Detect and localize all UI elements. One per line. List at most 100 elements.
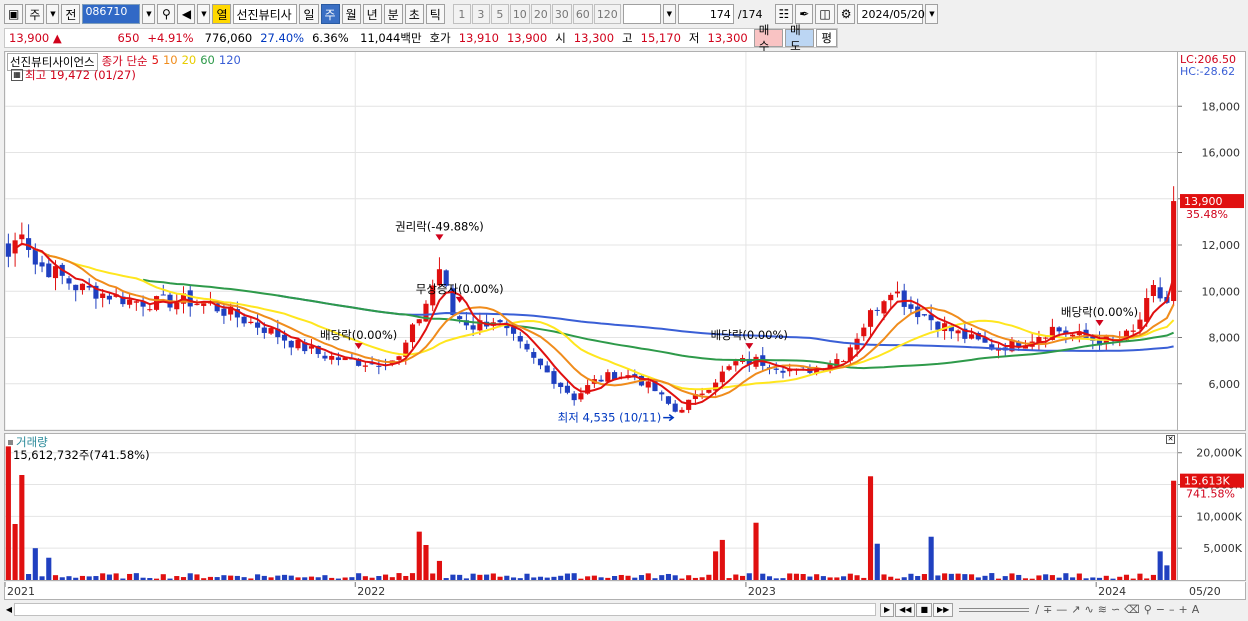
chart-settings-icon[interactable]: ☷ [774, 4, 794, 24]
volume-bar [113, 573, 119, 580]
trend-line-icon[interactable]: ∕ [1035, 603, 1039, 616]
volume-bar [376, 576, 382, 580]
interval-tab-1[interactable]: 3 [471, 4, 490, 24]
fast-forward-icon[interactable]: ▶▶ [933, 602, 954, 617]
data-count-input[interactable]: 174 [677, 4, 734, 24]
rights-annotation-arrow [435, 234, 444, 241]
period-select[interactable]: 주 [25, 4, 45, 24]
zoom-out-icon[interactable]: − [1156, 603, 1165, 616]
dividend-annotation-2-arrow [745, 343, 754, 350]
volume-bar [255, 574, 261, 580]
link-button[interactable]: 열 [212, 4, 232, 24]
interval-tab-3[interactable]: 10 [509, 4, 530, 24]
volume-bar [686, 575, 692, 580]
period-tab-4[interactable]: 분 [383, 4, 403, 24]
sell-button[interactable]: 매도 [785, 23, 815, 53]
volume-bar [275, 575, 281, 580]
volume-bar [551, 576, 557, 580]
zoom-slider[interactable] [959, 607, 1030, 612]
interval-tab-0[interactable]: 1 [452, 4, 471, 24]
zoom-in-icon[interactable]: + [1179, 603, 1188, 616]
pattern-icon[interactable]: ∽ [1111, 603, 1120, 616]
average-button[interactable]: 평 [816, 29, 838, 47]
candle-body [5, 243, 11, 257]
candle-body [571, 393, 577, 401]
volume-bar [416, 531, 422, 580]
data-count-total: /174 [737, 7, 763, 21]
year-label-1: 2022 [357, 585, 385, 598]
stop-icon[interactable]: ■ [916, 602, 933, 617]
stock-name-field[interactable]: 선진뷰티사 [233, 4, 298, 24]
draw-tool-icon[interactable]: ✒ [795, 4, 814, 24]
volume-bar [450, 574, 456, 580]
chevron-down-icon[interactable]: ▼ [197, 4, 211, 24]
volume-bar [962, 574, 968, 580]
volume-bar [1002, 576, 1008, 580]
volume-bar [942, 573, 948, 580]
speaker-icon[interactable]: ◀ [177, 4, 196, 24]
volume-bar [1137, 573, 1143, 580]
volume-bar [908, 573, 914, 580]
chevron-down-icon[interactable]: ▼ [662, 4, 676, 24]
volume-chart[interactable]: 거래량 15,612,732주(741.58%) ✕ [4, 433, 1178, 581]
candle-body [241, 316, 247, 324]
prev-button[interactable]: 전 [61, 4, 81, 24]
year-label-3: 2024 [1098, 585, 1126, 598]
play-icon[interactable]: ▶ [880, 602, 895, 617]
chevron-down-icon[interactable]: ▼ [46, 4, 60, 24]
current-volume-percent: 741.58% [1186, 488, 1235, 501]
volume-axis: 5,000K10,000K15,000K20,000K15.613K741.58… [1178, 433, 1246, 581]
interval-tab-7[interactable]: 120 [593, 4, 621, 24]
date-input[interactable]: 2024/05/20 [857, 4, 925, 24]
scroll-left-icon[interactable]: ◀ [4, 605, 14, 614]
period-tab-1[interactable]: 주 [320, 4, 340, 24]
candle-body [127, 299, 133, 305]
search-icon[interactable]: ⚲ [157, 4, 176, 24]
eraser-icon[interactable]: ⌫ [1124, 603, 1140, 616]
interval-tab-4[interactable]: 20 [530, 4, 551, 24]
period-tab-6[interactable]: 틱 [425, 4, 445, 24]
volume-bar [955, 573, 961, 580]
interval-tab-5[interactable]: 30 [551, 4, 572, 24]
zoom-icon[interactable]: ⚲ [1144, 603, 1152, 616]
gear-icon[interactable]: ⚙ [836, 4, 856, 24]
time-axis-svg: 2021 2022 2023 2024 05/20 [4, 582, 1221, 598]
minus-icon[interactable]: – [1169, 603, 1175, 616]
panel-handle-icon[interactable] [8, 439, 13, 445]
price-chart[interactable]: 권리락(-49.88%) 무상증자(0.00%) 배당락(0.00%) 배당락(0.0… [4, 51, 1178, 431]
candle-body [551, 371, 557, 384]
interval-tab-6[interactable]: 60 [572, 4, 593, 24]
interval-tab-2[interactable]: 5 [490, 4, 509, 24]
period-tab-5[interactable]: 초 [404, 4, 424, 24]
candle-body [1144, 298, 1150, 322]
calendar-icon[interactable]: ▦ [11, 69, 23, 81]
horizontal-line-icon[interactable]: — [1056, 603, 1067, 616]
calendar-dropdown-icon[interactable]: ▼ [925, 4, 939, 24]
volume-bar [652, 578, 658, 580]
window-icon[interactable]: ▣ [4, 4, 24, 24]
scroll-track[interactable] [14, 603, 876, 616]
period-tab-3[interactable]: 년 [362, 4, 382, 24]
arrow-tool-icon[interactable]: ↗ [1071, 603, 1080, 616]
volume-bar [12, 524, 18, 580]
volume-bar [221, 575, 227, 580]
buy-button[interactable]: 매수 [753, 23, 784, 53]
zigzag-icon[interactable]: ∿ [1085, 603, 1094, 616]
period-tab-0[interactable]: 일 [299, 4, 319, 24]
fibonacci-icon[interactable]: ≋ [1098, 603, 1107, 616]
text-tool-icon[interactable]: A [1192, 603, 1200, 616]
candle-body [531, 352, 537, 358]
chevron-down-icon[interactable]: ▼ [142, 4, 156, 24]
volume-bar [699, 577, 705, 580]
period-tab-2[interactable]: 월 [341, 4, 361, 24]
stock-code-input[interactable]: 086710 [82, 4, 141, 24]
trade-amount: 11,044백만 [360, 31, 422, 45]
custom-interval-input[interactable] [622, 4, 661, 24]
candle-body [605, 372, 611, 382]
rewind-icon[interactable]: ◀◀ [895, 602, 916, 617]
candle-body [645, 381, 651, 388]
save-icon[interactable]: ◫ [815, 4, 835, 24]
volume-bar [632, 577, 638, 580]
cross-line-icon[interactable]: ∓ [1043, 603, 1052, 616]
close-icon[interactable]: ✕ [1166, 435, 1175, 444]
